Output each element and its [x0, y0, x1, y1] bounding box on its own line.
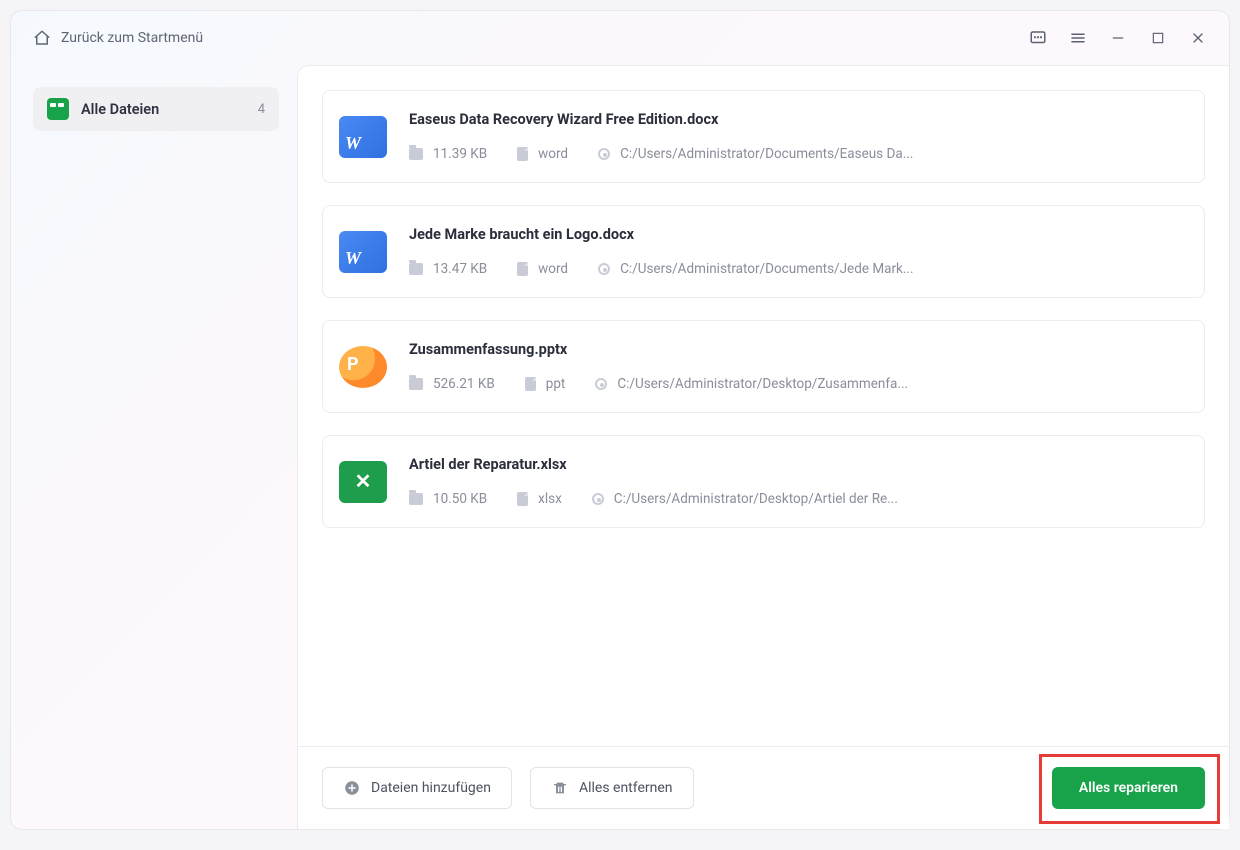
files-icon [47, 98, 69, 120]
back-label: Zurück zum Startmenü [61, 30, 203, 46]
file-details: 10.50 KB xlsx C:/Users/Administrator/Deskt… [409, 491, 1184, 507]
body: Alle Dateien 4 Easeus Data Recovery Wiza… [11, 65, 1229, 829]
file-detail: ppt [525, 376, 566, 392]
file-detail: C:/Users/Administrator/Documents/Easeus … [598, 146, 913, 162]
trash-icon [551, 779, 569, 797]
repair-all-button[interactable]: Alles reparieren [1052, 767, 1205, 809]
add-files-button[interactable]: Dateien hinzufügen [322, 767, 512, 809]
file-details: 526.21 KB ppt C:/Users/Administrator/Deskt… [409, 376, 1184, 392]
file-name: Jede Marke braucht ein Logo.docx [409, 226, 1184, 243]
location-icon [598, 263, 610, 275]
file-detail: C:/Users/Administrator/Documents/Jede Ma… [598, 261, 914, 277]
remove-all-button[interactable]: Alles entfernen [530, 767, 694, 809]
file-detail: 13.47 KB [409, 261, 487, 277]
file-detail-value: 13.47 KB [433, 261, 487, 277]
size-icon [409, 263, 423, 275]
back-to-start-button[interactable]: Zurück zum Startmenü [33, 29, 203, 47]
file-row[interactable]: Artiel der Reparatur.xlsx 10.50 KB xlsx C:/… [322, 435, 1205, 528]
sidebar-item-all-files[interactable]: Alle Dateien 4 [33, 87, 279, 131]
file-detail-value: word [538, 261, 568, 277]
file-detail-value: C:/Users/Administrator/Desktop/Zusammenf… [617, 376, 908, 392]
file-detail: 526.21 KB [409, 376, 495, 392]
type-icon [517, 492, 528, 506]
word-file-icon [339, 231, 387, 273]
file-detail-value: C:/Users/Administrator/Documents/Jede Ma… [620, 261, 914, 277]
menu-icon[interactable] [1069, 29, 1087, 47]
file-detail-value: 11.39 KB [433, 146, 487, 162]
add-files-label: Dateien hinzufügen [371, 780, 491, 796]
file-detail-value: C:/Users/Administrator/Desktop/Artiel de… [614, 491, 898, 507]
sidebar-item-label: Alle Dateien [81, 101, 246, 118]
word-file-icon [339, 116, 387, 158]
feedback-icon[interactable] [1029, 29, 1047, 47]
file-detail-value: ppt [546, 376, 566, 392]
titlebar: Zurück zum Startmenü [11, 11, 1229, 65]
location-icon [592, 493, 604, 505]
file-detail-value: C:/Users/Administrator/Documents/Easeus … [620, 146, 913, 162]
type-icon [517, 262, 528, 276]
size-icon [409, 148, 423, 160]
file-row[interactable]: Jede Marke braucht ein Logo.docx 13.47 KB… [322, 205, 1205, 298]
size-icon [409, 378, 423, 390]
file-detail: C:/Users/Administrator/Desktop/Artiel de… [592, 491, 898, 507]
file-detail-value: word [538, 146, 568, 162]
window-controls [1029, 29, 1207, 47]
plus-circle-icon [343, 779, 361, 797]
file-list: Easeus Data Recovery Wizard Free Edition… [298, 66, 1229, 746]
file-name: Easeus Data Recovery Wizard Free Edition… [409, 111, 1184, 128]
app-window: Zurück zum Startmenü Alle Date [10, 10, 1230, 830]
file-detail: 10.50 KB [409, 491, 487, 507]
file-meta: Jede Marke braucht ein Logo.docx 13.47 KB… [409, 226, 1184, 277]
file-detail-value: xlsx [538, 491, 562, 507]
file-meta: Easeus Data Recovery Wizard Free Edition… [409, 111, 1184, 162]
file-detail: word [517, 261, 568, 277]
close-button[interactable] [1189, 29, 1207, 47]
remove-all-label: Alles entfernen [579, 780, 673, 796]
xls-file-icon [339, 461, 387, 503]
sidebar-item-count: 4 [258, 102, 265, 117]
file-meta: Zusammenfassung.pptx 526.21 KB ppt C:/Users… [409, 341, 1184, 392]
location-icon [595, 378, 607, 390]
size-icon [409, 493, 423, 505]
file-meta: Artiel der Reparatur.xlsx 10.50 KB xlsx C:/… [409, 456, 1184, 507]
main-panel: Easeus Data Recovery Wizard Free Edition… [297, 65, 1229, 829]
file-row[interactable]: Easeus Data Recovery Wizard Free Edition… [322, 90, 1205, 183]
type-icon [525, 377, 536, 391]
file-detail: 11.39 KB [409, 146, 487, 162]
file-detail: word [517, 146, 568, 162]
file-detail: xlsx [517, 491, 562, 507]
file-name: Zusammenfassung.pptx [409, 341, 1184, 358]
maximize-button[interactable] [1149, 29, 1167, 47]
type-icon [517, 147, 528, 161]
file-details: 11.39 KB word C:/Users/Administrator/Docum… [409, 146, 1184, 162]
file-detail-value: 10.50 KB [433, 491, 487, 507]
location-icon [598, 148, 610, 160]
file-detail: C:/Users/Administrator/Desktop/Zusammenf… [595, 376, 908, 392]
file-details: 13.47 KB word C:/Users/Administrator/Docum… [409, 261, 1184, 277]
file-detail-value: 526.21 KB [433, 376, 495, 392]
repair-all-label: Alles reparieren [1079, 780, 1178, 796]
file-row[interactable]: Zusammenfassung.pptx 526.21 KB ppt C:/Users… [322, 320, 1205, 413]
footer: Dateien hinzufügen Alles entfernen Alles… [298, 746, 1229, 829]
minimize-button[interactable] [1109, 29, 1127, 47]
ppt-file-icon [339, 346, 387, 388]
file-name: Artiel der Reparatur.xlsx [409, 456, 1184, 473]
home-icon [33, 29, 51, 47]
sidebar: Alle Dateien 4 [33, 65, 279, 829]
